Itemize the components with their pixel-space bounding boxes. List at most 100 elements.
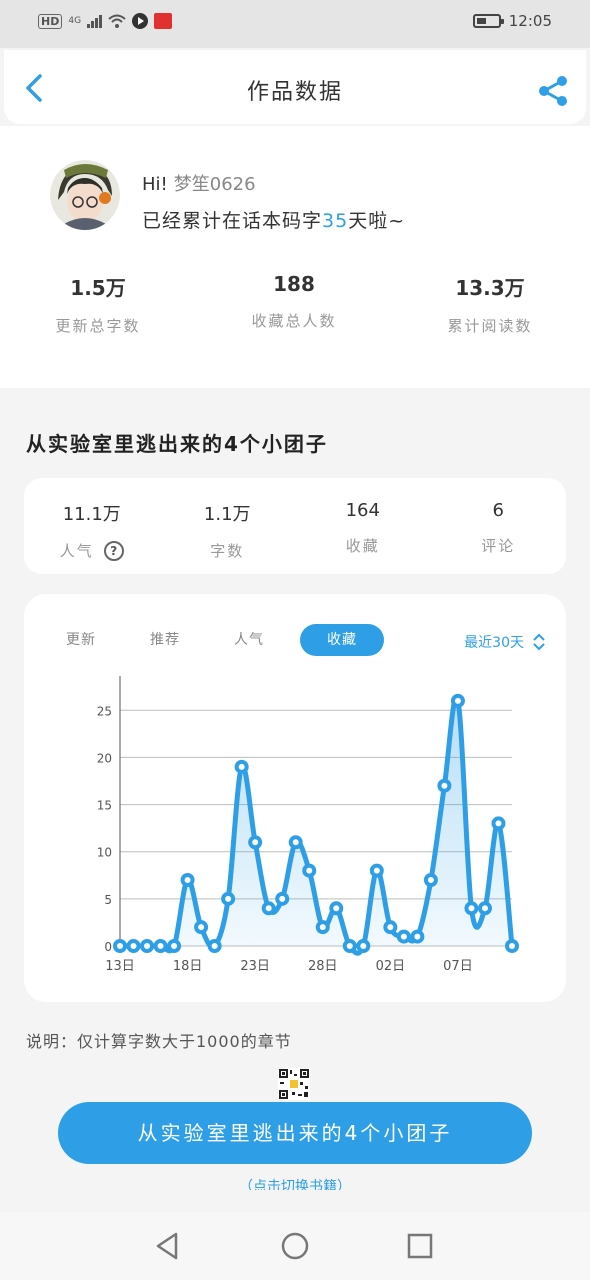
nav-home-icon[interactable]: [279, 1230, 311, 1262]
stat-label: 累计阅读数: [447, 317, 533, 335]
data-point: [477, 901, 492, 916]
data-point: [383, 920, 398, 935]
status-time: 12:05: [508, 12, 552, 30]
stat-label: 人气: [59, 542, 94, 560]
data-point: [342, 939, 357, 953]
data-point: [450, 693, 465, 708]
data-point: [126, 939, 141, 953]
stat-label: 评论: [481, 537, 516, 555]
data-point: [207, 939, 222, 953]
stat-value: 164: [345, 500, 380, 521]
work-stat-favorites: 164 收藏: [295, 478, 431, 574]
y-tick-label: 5: [104, 893, 112, 907]
status-icons-left: HD 4G: [38, 13, 173, 29]
username: 梦笙0626: [173, 174, 256, 195]
x-tick-label: 23日: [240, 959, 270, 974]
stat-value: 1.5万: [70, 276, 126, 300]
app-notification-icon: [154, 13, 173, 29]
data-point: [113, 939, 127, 953]
note-text: 说明：仅计算字数大于1000的章节: [26, 1032, 292, 1051]
network-type: 4G: [68, 16, 82, 26]
y-tick-label: 20: [97, 751, 112, 765]
data-point: [248, 835, 263, 850]
data-point: [153, 939, 168, 953]
x-tick-label: 02日: [376, 959, 406, 974]
stat-total-reads: 13.3万 累计阅读数: [392, 272, 588, 336]
battery-icon: [472, 14, 504, 28]
share-button[interactable]: [536, 74, 570, 108]
stat-value: 13.3万: [455, 276, 525, 300]
data-point: [167, 939, 182, 953]
writing-days-line: 已经累计在话本码字35天啦~: [142, 206, 405, 233]
stat-label: 收藏总人数: [251, 312, 337, 330]
x-tick-label: 13日: [105, 959, 135, 974]
days-prefix: 已经累计在话本码字: [142, 210, 323, 232]
status-icons-right: 12:05: [472, 12, 552, 30]
x-tick-label: 28日: [308, 959, 338, 974]
book-button[interactable]: 从实验室里逃出来的4个小团子: [58, 1102, 532, 1164]
stat-label: 字数: [210, 542, 245, 560]
data-point: [261, 901, 276, 916]
data-point: [423, 873, 438, 887]
signal-icon: [87, 14, 103, 28]
data-point: [437, 778, 452, 793]
stat-label: 收藏: [345, 537, 380, 555]
switch-book-link[interactable]: （点击切换书籍）: [0, 1176, 590, 1190]
greeting-line: Hi! 梦笙0626: [142, 170, 256, 196]
data-point: [410, 929, 425, 944]
stat-value: 11.1万: [62, 504, 121, 525]
data-point: [302, 863, 317, 878]
data-point: [396, 929, 411, 944]
avatar[interactable]: [50, 160, 120, 230]
greeting-text: Hi!: [142, 174, 168, 195]
y-tick-label: 25: [97, 704, 112, 718]
stat-value: 6: [492, 500, 504, 521]
data-point: [180, 873, 195, 887]
app-header: 作品数据: [4, 50, 586, 124]
wifi-icon: [108, 14, 126, 28]
data-point: [221, 891, 236, 906]
total-stats: 1.5万 更新总字数 188 收藏总人数 13.3万 累计阅读数: [0, 272, 590, 336]
y-tick-label: 15: [97, 799, 112, 813]
favorites-line-chart: 0 5 10 15 20 25 13日 18日 23日 28日 02日 07日: [97, 676, 519, 974]
days-count: 35: [322, 210, 349, 232]
stat-value: 1.1万: [203, 504, 251, 525]
question-circle-icon[interactable]: ?: [103, 540, 124, 561]
data-point: [464, 901, 479, 916]
data-point: [356, 939, 371, 953]
page-title: 作品数据: [246, 80, 343, 105]
stat-total-words: 1.5万 更新总字数: [0, 272, 196, 336]
data-point: [140, 939, 155, 953]
data-point: [315, 920, 330, 935]
data-point: [329, 901, 344, 916]
hd-icon: HD: [38, 13, 63, 29]
y-tick-label: 0: [104, 940, 112, 954]
system-navigation-bar: [0, 1212, 590, 1280]
data-point: [491, 816, 506, 831]
data-point: [234, 759, 249, 774]
work-stat-comments: 6 评论: [431, 478, 567, 574]
data-point: [369, 863, 384, 878]
data-point: [505, 939, 519, 953]
data-point: [194, 920, 209, 935]
work-stat-words: 1.1万 字数: [160, 478, 296, 574]
nav-recents-icon[interactable]: [404, 1230, 436, 1262]
status-bar: HD 4G 12:05: [0, 0, 590, 48]
chart-card: 更新 推荐 人气 收藏 最近30天 0 5 10 15 20 25 13日 18日 23日 28日…: [24, 594, 566, 1002]
x-tick-label: 07日: [443, 959, 473, 974]
stat-value: 188: [273, 272, 315, 296]
x-tick-label: 18日: [173, 959, 203, 974]
qr-code-icon: [278, 1068, 310, 1100]
days-suffix: 天啦~: [348, 210, 406, 232]
work-title: 从实验室里逃出来的4个小团子: [26, 432, 328, 456]
stat-label: 更新总字数: [55, 317, 141, 335]
work-stat-popularity: 11.1万 人气?: [24, 478, 160, 574]
data-point: [275, 891, 290, 906]
y-tick-label: 10: [97, 846, 112, 860]
data-point: [288, 835, 303, 850]
profile-section: Hi! 梦笙0626 已经累计在话本码字35天啦~ 1.5万 更新总字数 188 …: [0, 126, 590, 388]
media-play-icon: [132, 13, 149, 29]
nav-back-icon[interactable]: [152, 1230, 184, 1262]
work-stats-card: 11.1万 人气? 1.1万 字数 164 收藏 6 评论: [24, 478, 566, 574]
share-icon: [539, 76, 567, 106]
